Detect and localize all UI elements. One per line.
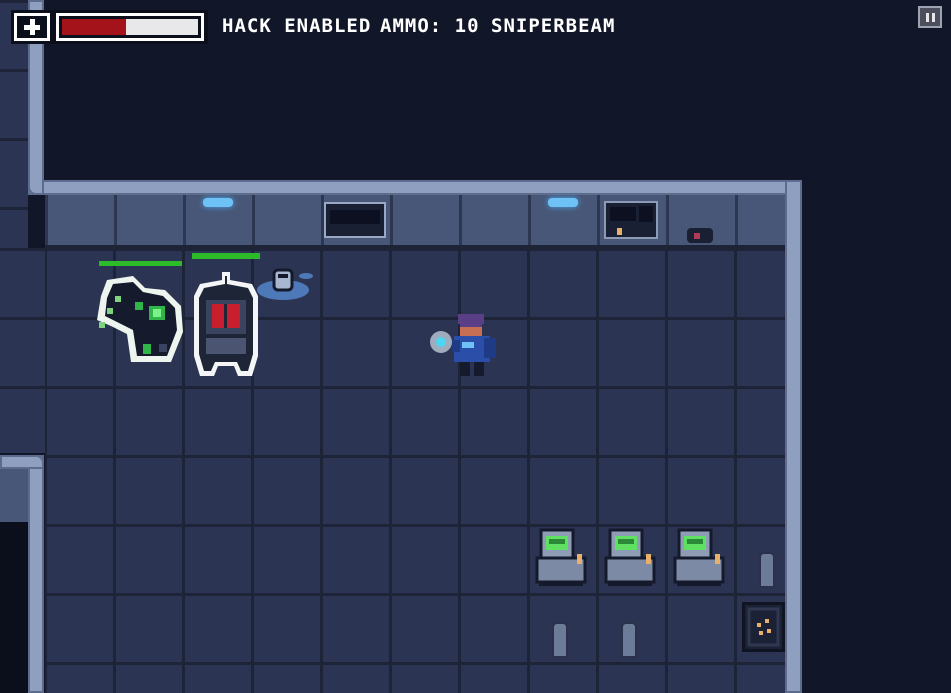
top-wall-trim bbox=[28, 180, 802, 195]
ceiling-lamp bbox=[548, 198, 578, 207]
computer-console[interactable] bbox=[533, 528, 589, 586]
floor-hatch[interactable] bbox=[742, 602, 785, 652]
wall-monitor bbox=[324, 202, 386, 238]
wall-vent bbox=[687, 228, 713, 243]
enemy-health-fill bbox=[192, 253, 260, 259]
floor-bollard bbox=[759, 552, 775, 588]
enemy-health-bar bbox=[99, 261, 182, 266]
enemy-health-fill bbox=[99, 261, 182, 266]
floor-bollard bbox=[552, 622, 568, 658]
enemy-health-bar bbox=[192, 253, 260, 259]
doorway-void bbox=[0, 522, 28, 693]
robot-enemy[interactable] bbox=[192, 272, 260, 382]
computer-console[interactable] bbox=[671, 528, 727, 586]
pause-icon bbox=[931, 12, 935, 22]
floor-drain bbox=[256, 266, 316, 308]
health-bar bbox=[56, 13, 204, 41]
hack-status-text: HACK ENABLED bbox=[222, 15, 372, 37]
pause-icon bbox=[925, 12, 929, 22]
side-wall bbox=[0, 469, 28, 522]
side-floor bbox=[0, 248, 45, 453]
weapon-name: SNIPERBEAM bbox=[491, 15, 616, 37]
computer-console[interactable] bbox=[602, 528, 658, 586]
mutant-enemy[interactable] bbox=[93, 272, 187, 370]
right-wall-trim bbox=[785, 180, 802, 693]
player-character bbox=[428, 312, 500, 384]
health-bar-fill bbox=[62, 19, 126, 35]
health-cross-icon bbox=[14, 13, 50, 41]
ceiling-lamp bbox=[203, 198, 233, 207]
pause-button[interactable] bbox=[918, 6, 942, 28]
floor-bollard bbox=[621, 622, 637, 658]
health-bar-track bbox=[62, 19, 198, 35]
left-wall-trim-lower bbox=[28, 455, 44, 693]
wall-terminal[interactable] bbox=[604, 201, 658, 239]
ammo-counter: AMMO: 10 bbox=[380, 15, 480, 37]
back-wall bbox=[45, 195, 785, 248]
left-wall-trim-corner bbox=[0, 455, 44, 469]
